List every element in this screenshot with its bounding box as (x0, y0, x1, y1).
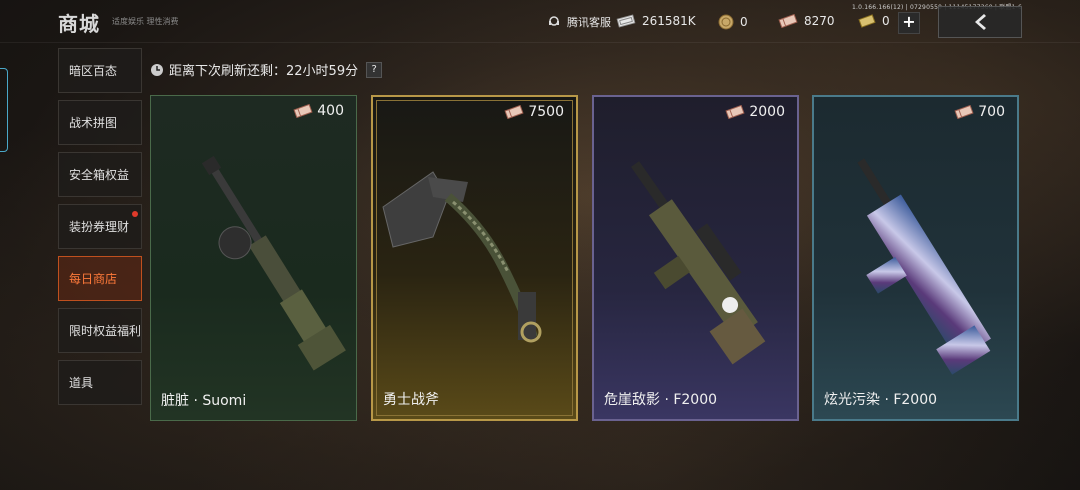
voucher-icon (504, 105, 524, 119)
sidebar-item-props[interactable]: 道具 (58, 360, 142, 405)
add-currency-button[interactable]: + (898, 12, 920, 34)
sidebar: 暗区百态 战术拼图 安全箱权益 装扮券理财 每日商店 限时权益福利 道具 (58, 48, 144, 412)
item-name: 勇士战斧 (383, 392, 439, 408)
rifle-weapon-image (630, 161, 766, 365)
coins-value: 0 (740, 15, 748, 29)
price-tag: 2000 (724, 104, 785, 120)
sidebar-item-label: 安全箱权益 (69, 168, 130, 182)
sidebar-item-label: 装扮券理财 (69, 220, 130, 234)
clock-icon (151, 63, 163, 76)
shop-card-f2000-glare[interactable]: 700 炫光污染 · F2000 (812, 95, 1019, 421)
banknote-icon (616, 14, 636, 28)
shop-card-suomi[interactable]: 400 脏脏 · Suomi (150, 95, 357, 421)
sidebar-item-daily-shop[interactable]: 每日商店 (58, 256, 142, 301)
sidebar-item-label: 限时权益福利 (69, 324, 142, 338)
customer-service-label: 腾讯客服 (567, 16, 611, 29)
sidebar-item-label: 道具 (69, 376, 94, 390)
headset-icon (549, 16, 559, 26)
bills-value: 261581K (642, 14, 696, 28)
left-edge-tab[interactable] (0, 68, 8, 152)
axe-weapon-image (382, 171, 542, 343)
page-title: 商城 (58, 12, 100, 36)
item-name: 脏脏 · Suomi (161, 393, 247, 409)
item-name: 炫光污染 · F2000 (824, 392, 938, 408)
back-arrow-icon (975, 14, 986, 30)
price-tag: 400 (292, 103, 344, 119)
top-bar: 商城 适度娱乐 理性消费 1.0.166.166(12) | 07290559 … (0, 0, 1080, 43)
price-value: 2000 (749, 104, 785, 120)
rifle-weapon-image (857, 158, 991, 375)
sidebar-item-safebox[interactable]: 安全箱权益 (58, 152, 142, 197)
coins-balance: 0 (718, 14, 748, 30)
voucher-icon (293, 104, 313, 118)
sidebar-item-dark-zone[interactable]: 暗区百态 (58, 48, 142, 93)
voucher-icon (954, 105, 974, 119)
shop-card-warrior-axe[interactable]: 7500 勇士战斧 (371, 95, 578, 421)
gold-balance: 0 (858, 14, 890, 28)
coin-icon (718, 14, 734, 30)
price-value: 400 (317, 103, 344, 119)
price-value: 700 (978, 104, 1005, 120)
sidebar-item-label: 暗区百态 (69, 64, 118, 78)
sidebar-item-limited-benefits[interactable]: 限时权益福利 (58, 308, 142, 353)
vouchers-balance: 8270 (778, 14, 835, 28)
vouchers-value: 8270 (804, 14, 835, 28)
smg-weapon-image (201, 155, 346, 371)
sidebar-item-voucher-finance[interactable]: 装扮券理财 (58, 204, 142, 249)
timer-text: 距离下次刷新还剩：22小时59分 (169, 64, 359, 79)
bills-balance: 261581K (616, 14, 696, 28)
price-tag: 7500 (503, 104, 564, 120)
refresh-timer: 距离下次刷新还剩：22小时59分 ? (150, 60, 383, 79)
sidebar-item-label: 每日商店 (69, 272, 118, 286)
page-subtitle: 适度娱乐 理性消费 (112, 17, 179, 26)
sidebar-item-label: 战术拼图 (69, 116, 118, 130)
gold-value: 0 (882, 14, 890, 28)
back-button[interactable] (938, 6, 1022, 38)
voucher-icon (725, 105, 745, 119)
gold-ticket-icon (858, 14, 876, 28)
shop-card-f2000-cliff[interactable]: 2000 危崖敌影 · F2000 (592, 95, 799, 421)
voucher-icon (778, 14, 798, 28)
price-value: 7500 (528, 104, 564, 120)
item-name: 危崖敌影 · F2000 (604, 392, 718, 408)
notification-dot (132, 211, 138, 217)
sidebar-item-tactical-puzzle[interactable]: 战术拼图 (58, 100, 142, 145)
price-tag: 700 (953, 104, 1005, 120)
customer-service-button[interactable]: 腾讯客服 (547, 14, 611, 30)
help-button[interactable]: ? (366, 61, 383, 78)
